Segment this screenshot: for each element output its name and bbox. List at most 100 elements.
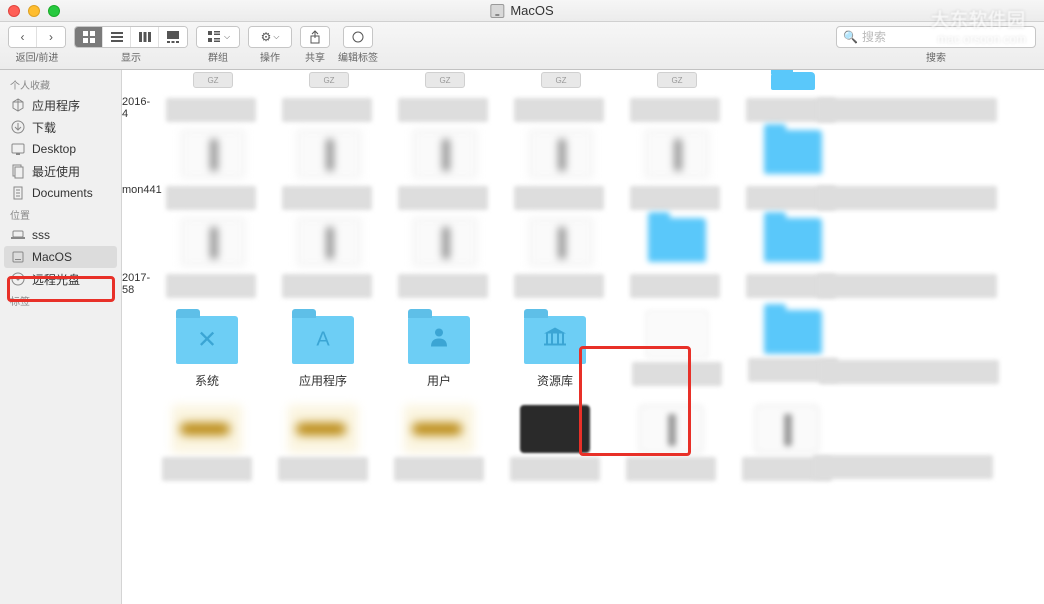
file-thumb[interactable] [645, 130, 709, 178]
blurred-label [166, 274, 256, 298]
sidebar-item-applications[interactable]: 应用程序 [0, 94, 121, 116]
gz-badge: GZ [193, 72, 233, 88]
file-thumb[interactable] [297, 130, 361, 178]
gear-icon: ⚙ [261, 30, 272, 44]
folder-icon: А [292, 316, 354, 364]
nav-group: ‹ › 返回/前进 [8, 26, 66, 64]
folder-icon [524, 316, 586, 364]
blurred-label [514, 186, 604, 210]
maximize-button[interactable] [48, 5, 60, 17]
search-label: 搜索 [926, 49, 946, 64]
sidebar-item-sss[interactable]: sss [0, 224, 121, 246]
sidebar-tags-header: 标签 [0, 290, 121, 310]
file-icon-view[interactable]: GZ GZ GZ GZ GZ 2016-4 [122, 70, 1044, 604]
minimize-button[interactable] [28, 5, 40, 17]
blurred-label [817, 186, 997, 210]
file-thumb[interactable] [181, 130, 245, 178]
blurred-label [394, 457, 484, 481]
view-label: 显示 [121, 49, 141, 64]
search-input[interactable] [862, 30, 1029, 44]
back-button[interactable]: ‹ [9, 27, 37, 47]
folder-applications[interactable]: А 应用程序 [268, 310, 378, 389]
file-thumb[interactable] [529, 130, 593, 178]
blurred-label [630, 98, 720, 122]
sidebar-item-label: 下载 [32, 119, 56, 136]
view-group: 显示 [74, 26, 188, 64]
file-thumb[interactable] [639, 405, 703, 453]
file-thumb[interactable] [520, 405, 590, 453]
folder-icon [408, 316, 470, 364]
share-group: 共享 [300, 26, 330, 64]
sidebar-item-desktop[interactable]: Desktop [0, 138, 121, 160]
file-thumb[interactable] [413, 130, 477, 178]
sidebar-item-label: Desktop [32, 142, 76, 156]
blurred-label [632, 362, 722, 386]
date-label: 2017-58 [122, 270, 150, 298]
share-button[interactable] [301, 27, 329, 47]
sidebar-item-downloads[interactable]: 下载 [0, 116, 121, 138]
folder-label: 系统 [195, 372, 219, 389]
file-thumb[interactable] [404, 405, 474, 453]
user-emblem-icon [427, 325, 451, 356]
sidebar-item-remote-disc[interactable]: 远程光盘 [0, 268, 121, 290]
disk-icon [10, 249, 26, 265]
folder-system[interactable]: ✕ 系统 [152, 310, 262, 389]
sidebar-locations-header: 位置 [0, 204, 121, 224]
sidebar-item-label: sss [32, 228, 50, 242]
system-emblem-icon: ✕ [197, 326, 217, 355]
file-thumb[interactable] [288, 405, 358, 453]
folder-library[interactable]: 资源库 [500, 310, 610, 389]
sidebar-item-documents[interactable]: Documents [0, 182, 121, 204]
column-view-button[interactable] [131, 27, 159, 47]
download-icon [10, 119, 26, 135]
sidebar-item-macos[interactable]: MacOS [4, 246, 117, 268]
blurred-label [398, 186, 488, 210]
file-thumb[interactable] [755, 405, 819, 453]
gz-badge: GZ [541, 72, 581, 88]
window-title: MacOS [510, 3, 553, 18]
sidebar-item-label: 最近使用 [32, 163, 80, 180]
disk-icon [490, 4, 504, 18]
blurred-label [166, 186, 256, 210]
blurred-label [282, 98, 372, 122]
nav-label: 返回/前进 [16, 49, 59, 64]
tag-icon [350, 29, 366, 45]
search-group: 🔍 搜索 [836, 26, 1036, 64]
chevron-down-icon: ⌵ [224, 32, 230, 42]
folder-thumb[interactable] [764, 310, 822, 354]
file-thumb[interactable] [297, 218, 361, 266]
gallery-view-button[interactable] [159, 27, 187, 47]
share-label: 共享 [305, 49, 325, 64]
file-thumb[interactable] [413, 218, 477, 266]
columns-icon [137, 29, 153, 45]
file-thumb[interactable] [529, 218, 593, 266]
list-view-button[interactable] [103, 27, 131, 47]
traffic-lights [8, 5, 60, 17]
tags-button[interactable] [344, 27, 372, 47]
group-icon [206, 29, 222, 45]
icon-view-button[interactable] [75, 27, 103, 47]
search-box[interactable]: 🔍 [836, 26, 1036, 48]
tags-label: 编辑标签 [338, 49, 378, 64]
file-thumb[interactable] [181, 218, 245, 266]
close-button[interactable] [8, 5, 20, 17]
forward-button[interactable]: › [37, 27, 65, 47]
disc-icon [10, 271, 26, 287]
file-thumb[interactable] [172, 405, 242, 453]
folder-users[interactable]: 用户 [384, 310, 494, 389]
group-button[interactable]: ⌵ [197, 27, 239, 47]
folder-thumb[interactable] [764, 218, 822, 262]
library-emblem-icon [542, 326, 568, 355]
sidebar-item-recent[interactable]: 最近使用 [0, 160, 121, 182]
share-icon [307, 29, 323, 45]
list-icon [109, 29, 125, 45]
action-button[interactable]: ⚙ ⌵ [249, 27, 291, 47]
titlebar: MacOS [0, 0, 1044, 22]
blurred-label [630, 186, 720, 210]
folder-thumb[interactable] [764, 130, 822, 174]
blurred-label [166, 98, 256, 122]
recent-icon [10, 163, 26, 179]
file-thumb[interactable] [645, 310, 709, 358]
folder-thumb[interactable] [648, 218, 706, 262]
folder-label: 资源库 [537, 372, 573, 389]
